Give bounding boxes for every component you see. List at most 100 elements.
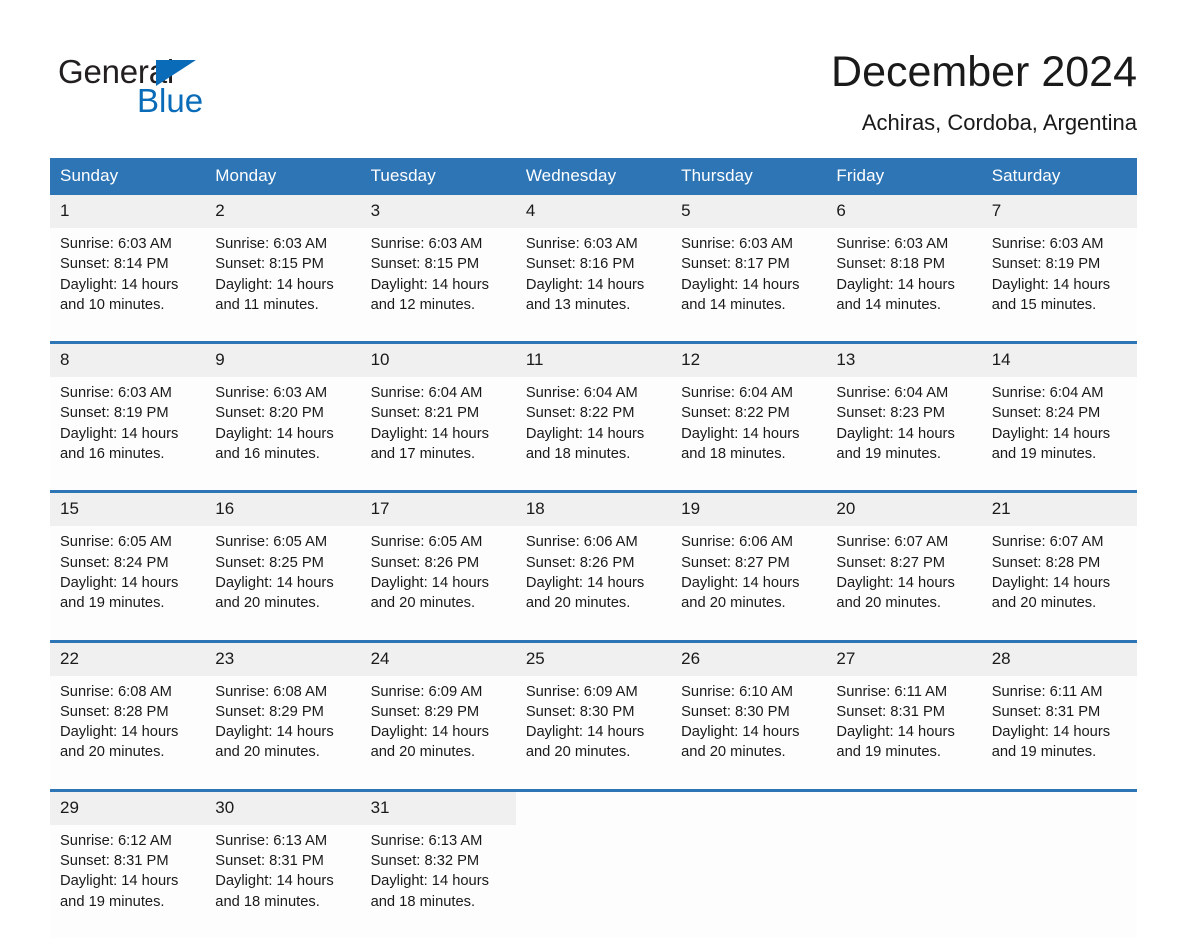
daylight-text-cont: and 11 minutes.	[215, 296, 319, 313]
day-number[interactable]: 8	[50, 344, 206, 378]
daylight-text: Daylight: 14 hours	[60, 276, 179, 293]
daylight-text: Daylight: 14 hours	[991, 574, 1111, 591]
day-cell[interactable]: Sunrise: 6:11 AM Sunset: 8:31 PM Dayligh…	[981, 675, 1137, 789]
day-cell[interactable]: Sunrise: 6:03 AM Sunset: 8:15 PM Dayligh…	[205, 228, 361, 342]
day-number[interactable]: 27	[826, 642, 982, 676]
daylight-text: Daylight: 14 hours	[991, 276, 1111, 293]
day-number[interactable]: 28	[981, 642, 1137, 676]
day-cell[interactable]: Sunrise: 6:05 AM Sunset: 8:24 PM Dayligh…	[50, 526, 206, 640]
day-cell[interactable]: Sunrise: 6:06 AM Sunset: 8:26 PM Dayligh…	[515, 526, 672, 640]
day-cell[interactable]: Sunrise: 6:05 AM Sunset: 8:26 PM Dayligh…	[360, 526, 516, 640]
day-number-empty	[826, 791, 982, 825]
day-cell[interactable]: Sunrise: 6:08 AM Sunset: 8:29 PM Dayligh…	[205, 675, 361, 789]
day-number[interactable]: 7	[981, 195, 1137, 228]
page-title: December 2024	[831, 48, 1137, 96]
day-number[interactable]: 3	[360, 195, 516, 228]
sunrise-text: Sunrise: 6:04 AM	[681, 385, 793, 402]
day-number[interactable]: 9	[205, 344, 361, 378]
daylight-text: Daylight: 14 hours	[60, 873, 179, 890]
page-masthead: General Blue December 2024 Achiras, Cord…	[50, 46, 1137, 146]
sunset-text: Sunset: 8:24 PM	[60, 554, 169, 571]
day-number[interactable]: 10	[360, 344, 516, 378]
day-number[interactable]: 23	[205, 642, 361, 676]
day-number[interactable]: 11	[515, 344, 672, 378]
day-number[interactable]: 1	[50, 195, 206, 228]
day-cell[interactable]: Sunrise: 6:03 AM Sunset: 8:16 PM Dayligh…	[515, 228, 672, 342]
day-number[interactable]: 30	[205, 791, 361, 825]
day-number[interactable]: 17	[360, 493, 516, 527]
day-number[interactable]: 19	[671, 493, 827, 527]
sunset-text: Sunset: 8:15 PM	[370, 256, 480, 273]
daylight-text-cont: and 14 minutes.	[681, 296, 786, 313]
day-number[interactable]: 24	[360, 642, 516, 676]
daylight-text-cont: and 13 minutes.	[525, 296, 631, 313]
sunset-text: Sunset: 8:32 PM	[370, 853, 480, 870]
day-number[interactable]: 15	[50, 493, 206, 527]
day-cell[interactable]: Sunrise: 6:03 AM Sunset: 8:17 PM Dayligh…	[671, 228, 827, 342]
day-cell[interactable]: Sunrise: 6:04 AM Sunset: 8:24 PM Dayligh…	[981, 377, 1137, 491]
day-number[interactable]: 12	[671, 344, 827, 378]
day-cell-empty	[826, 824, 982, 938]
day-cell[interactable]: Sunrise: 6:10 AM Sunset: 8:30 PM Dayligh…	[671, 675, 827, 789]
day-cell[interactable]: Sunrise: 6:08 AM Sunset: 8:28 PM Dayligh…	[50, 675, 206, 789]
week-row-details: Sunrise: 6:08 AM Sunset: 8:28 PM Dayligh…	[50, 675, 1137, 789]
week-row-daynums: 15 16 17 18 19 20 21	[50, 493, 1137, 527]
calendar-header-row: Sunday Monday Tuesday Wednesday Thursday…	[50, 158, 1137, 195]
day-number[interactable]: 21	[981, 493, 1137, 527]
day-cell[interactable]: Sunrise: 6:13 AM Sunset: 8:32 PM Dayligh…	[360, 824, 516, 938]
day-number[interactable]: 20	[826, 493, 982, 527]
sunset-text: Sunset: 8:31 PM	[991, 703, 1101, 720]
day-number-empty	[515, 791, 672, 825]
sunset-text: Sunset: 8:31 PM	[836, 703, 945, 720]
day-cell[interactable]: Sunrise: 6:09 AM Sunset: 8:30 PM Dayligh…	[515, 675, 672, 789]
day-number[interactable]: 26	[671, 642, 827, 676]
day-cell[interactable]: Sunrise: 6:03 AM Sunset: 8:20 PM Dayligh…	[205, 377, 361, 491]
daylight-text-cont: and 18 minutes.	[525, 446, 631, 463]
day-cell[interactable]: Sunrise: 6:03 AM Sunset: 8:19 PM Dayligh…	[981, 228, 1137, 342]
day-number[interactable]: 29	[50, 791, 206, 825]
day-cell[interactable]: Sunrise: 6:03 AM Sunset: 8:15 PM Dayligh…	[360, 228, 516, 342]
day-cell[interactable]: Sunrise: 6:03 AM Sunset: 8:19 PM Dayligh…	[50, 377, 206, 491]
daylight-text-cont: and 12 minutes.	[370, 296, 476, 313]
day-number[interactable]: 18	[515, 493, 672, 527]
sunrise-text: Sunrise: 6:09 AM	[370, 683, 483, 700]
sunset-text: Sunset: 8:28 PM	[60, 703, 169, 720]
day-cell[interactable]: Sunrise: 6:11 AM Sunset: 8:31 PM Dayligh…	[826, 675, 982, 789]
day-cell[interactable]: Sunrise: 6:12 AM Sunset: 8:31 PM Dayligh…	[50, 824, 206, 938]
sunset-text: Sunset: 8:27 PM	[681, 554, 790, 571]
day-number[interactable]: 31	[360, 791, 516, 825]
day-cell-empty	[981, 824, 1137, 938]
day-number[interactable]: 13	[826, 344, 982, 378]
day-cell[interactable]: Sunrise: 6:13 AM Sunset: 8:31 PM Dayligh…	[205, 824, 361, 938]
day-number[interactable]: 6	[826, 195, 982, 228]
day-cell[interactable]: Sunrise: 6:04 AM Sunset: 8:22 PM Dayligh…	[515, 377, 672, 491]
daylight-text-cont: and 18 minutes.	[681, 446, 786, 463]
day-cell[interactable]: Sunrise: 6:03 AM Sunset: 8:18 PM Dayligh…	[826, 228, 982, 342]
day-number[interactable]: 25	[515, 642, 672, 676]
sunrise-text: Sunrise: 6:05 AM	[215, 534, 328, 551]
day-cell[interactable]: Sunrise: 6:05 AM Sunset: 8:25 PM Dayligh…	[205, 526, 361, 640]
day-number[interactable]: 2	[205, 195, 361, 228]
daylight-text: Daylight: 14 hours	[60, 425, 179, 442]
day-cell[interactable]: Sunrise: 6:04 AM Sunset: 8:22 PM Dayligh…	[671, 377, 827, 491]
day-cell[interactable]: Sunrise: 6:04 AM Sunset: 8:21 PM Dayligh…	[360, 377, 516, 491]
day-cell[interactable]: Sunrise: 6:03 AM Sunset: 8:14 PM Dayligh…	[50, 228, 206, 342]
daylight-text: Daylight: 14 hours	[370, 873, 489, 890]
day-cell[interactable]: Sunrise: 6:04 AM Sunset: 8:23 PM Dayligh…	[826, 377, 982, 491]
daylight-text: Daylight: 14 hours	[681, 425, 800, 442]
day-number[interactable]: 22	[50, 642, 206, 676]
day-cell[interactable]: Sunrise: 6:06 AM Sunset: 8:27 PM Dayligh…	[671, 526, 827, 640]
day-number[interactable]: 4	[515, 195, 672, 228]
general-blue-logo[interactable]: General Blue	[58, 54, 258, 126]
day-number[interactable]: 5	[671, 195, 827, 228]
day-cell[interactable]: Sunrise: 6:09 AM Sunset: 8:29 PM Dayligh…	[360, 675, 516, 789]
day-cell-empty	[671, 824, 827, 938]
day-number[interactable]: 16	[205, 493, 361, 527]
weekday-header-monday: Monday	[205, 158, 361, 195]
day-number[interactable]: 14	[981, 344, 1137, 378]
location-subtitle: Achiras, Cordoba, Argentina	[861, 110, 1137, 135]
day-cell[interactable]: Sunrise: 6:07 AM Sunset: 8:28 PM Dayligh…	[981, 526, 1137, 640]
sunrise-text: Sunrise: 6:03 AM	[215, 385, 328, 402]
day-cell[interactable]: Sunrise: 6:07 AM Sunset: 8:27 PM Dayligh…	[826, 526, 982, 640]
sunrise-text: Sunrise: 6:04 AM	[991, 385, 1104, 402]
